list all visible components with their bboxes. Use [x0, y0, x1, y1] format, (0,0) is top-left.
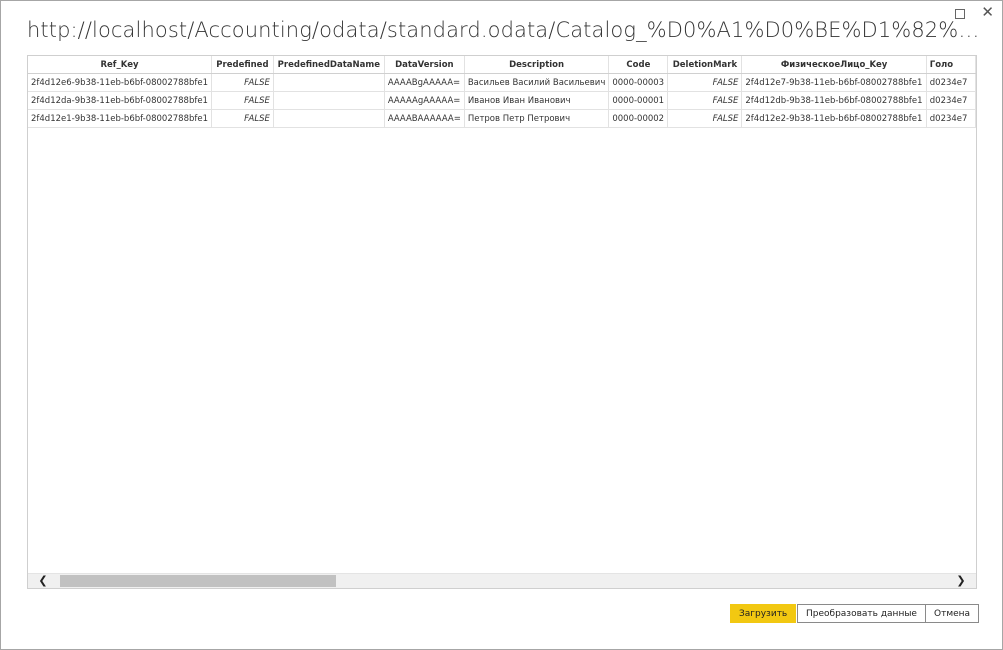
table-cell: FALSE	[211, 91, 274, 110]
table-cell: FALSE	[211, 73, 274, 92]
table-cell	[273, 109, 385, 128]
column-header[interactable]: DataVersion	[384, 56, 465, 74]
column-header[interactable]: ФизическоеЛицо_Key	[741, 56, 927, 74]
table-row[interactable]: 2f4d12e6-9b38-11eb-b6bf-08002788bfe1 FAL…	[28, 73, 976, 92]
table-cell: Васильев Василий Васильевич	[464, 73, 610, 92]
table-cell: d0234e7	[926, 109, 976, 128]
table-cell: 2f4d12e7-9b38-11eb-b6bf-08002788bfe1	[741, 73, 927, 92]
table-cell	[273, 91, 385, 110]
table-cell: Петров Петр Петрович	[464, 109, 610, 128]
table-cell: FALSE	[667, 91, 743, 110]
table-cell: FALSE	[667, 109, 743, 128]
column-header[interactable]: Голо	[926, 56, 976, 74]
column-header[interactable]: Ref_Key	[28, 56, 213, 74]
chevron-right-icon[interactable]: ❯	[952, 574, 970, 588]
table-cell: 2f4d12db-9b38-11eb-b6bf-08002788bfe1	[741, 91, 927, 110]
transform-data-button[interactable]: Преобразовать данные	[797, 604, 926, 623]
table-cell: 2f4d12e1-9b38-11eb-b6bf-08002788bfe1	[28, 109, 213, 128]
dialog-title: http://localhost/Accounting/odata/standa…	[27, 18, 982, 42]
table-cell: 0000-00002	[608, 109, 669, 128]
table-cell: 2f4d12e6-9b38-11eb-b6bf-08002788bfe1	[28, 73, 213, 92]
table-cell: 2f4d12da-9b38-11eb-b6bf-08002788bfe1	[28, 91, 213, 110]
data-preview-grid: Ref_Key Predefined PredefinedDataName Da…	[27, 55, 977, 589]
table-cell: 2f4d12e2-9b38-11eb-b6bf-08002788bfe1	[741, 109, 927, 128]
table-cell: 0000-00001	[608, 91, 669, 110]
cancel-button[interactable]: Отмена	[925, 604, 980, 623]
column-header[interactable]: Code	[608, 56, 669, 74]
table-cell: AAAABgAAAAA=	[384, 73, 465, 92]
scrollbar-thumb[interactable]	[60, 575, 336, 587]
chevron-left-icon[interactable]: ❮	[34, 574, 52, 588]
table-cell: d0234e7	[926, 91, 976, 110]
table-cell: AAAAAgAAAAA=	[384, 91, 465, 110]
table-cell: FALSE	[211, 109, 274, 128]
header-row: Ref_Key Predefined PredefinedDataName Da…	[28, 56, 976, 74]
column-header[interactable]: Description	[464, 56, 610, 74]
load-button[interactable]: Загрузить	[730, 604, 797, 623]
table-row[interactable]: 2f4d12da-9b38-11eb-b6bf-08002788bfe1 FAL…	[28, 91, 976, 110]
table-row[interactable]: 2f4d12e1-9b38-11eb-b6bf-08002788bfe1 FAL…	[28, 109, 976, 128]
table-cell: 0000-00003	[608, 73, 669, 92]
table-cell: FALSE	[667, 73, 743, 92]
table-cell: AAAABAAAAAA=	[384, 109, 465, 128]
column-header[interactable]: Predefined	[211, 56, 274, 74]
preview-table: Ref_Key Predefined PredefinedDataName Da…	[28, 56, 976, 128]
column-header[interactable]: PredefinedDataName	[273, 56, 385, 74]
table-cell: d0234e7	[926, 73, 976, 92]
close-icon[interactable]: ✕	[981, 5, 994, 21]
column-header[interactable]: DeletionMark	[667, 56, 743, 74]
dialog-window: ✕ http://localhost/Accounting/odata/stan…	[0, 0, 1003, 650]
table-cell	[273, 73, 385, 92]
table-cell: Иванов Иван Иванович	[464, 91, 610, 110]
horizontal-scrollbar[interactable]: ❮ ❯	[28, 573, 976, 588]
